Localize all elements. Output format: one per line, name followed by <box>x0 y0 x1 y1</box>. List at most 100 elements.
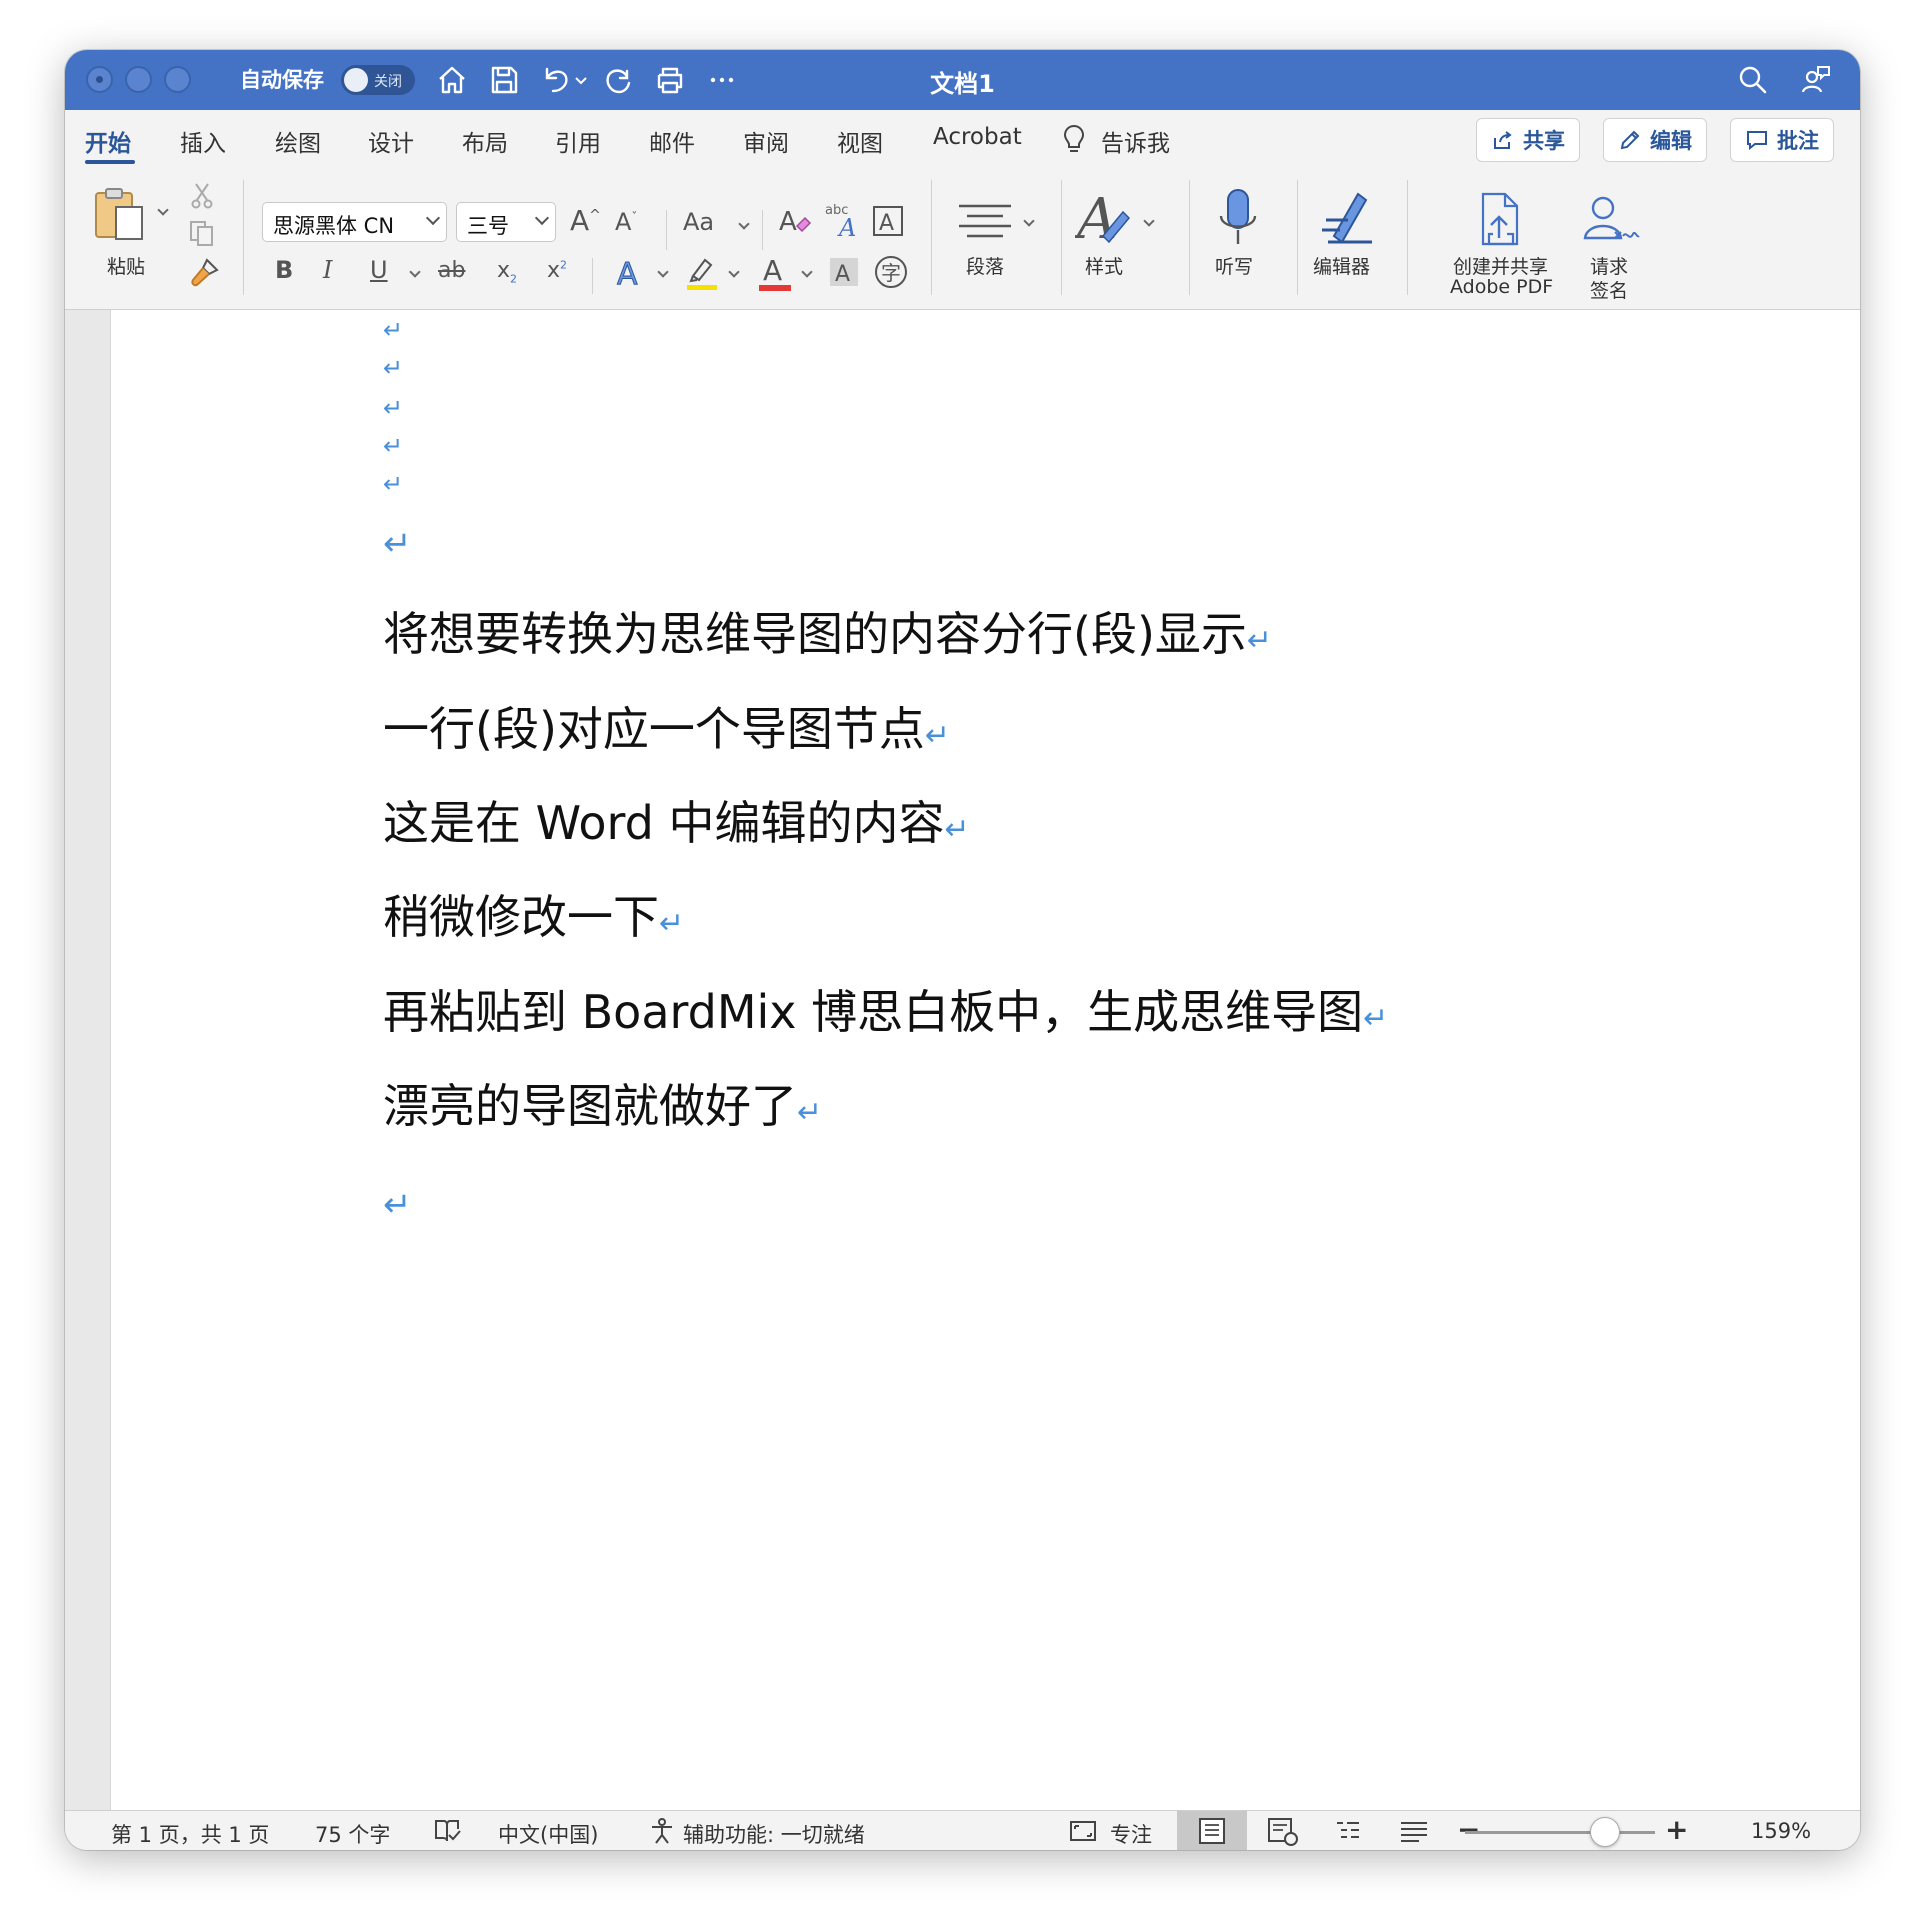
paragraph-label: 段落 <box>966 256 1005 278</box>
focus-label[interactable]: 专注 <box>1110 1819 1152 1849</box>
proofing-icon[interactable] <box>432 1817 462 1850</box>
document-line[interactable]: 稍微修改一下↵ <box>383 881 684 947</box>
font-size-combo[interactable]: 三号 <box>456 202 556 242</box>
paragraph-icon[interactable] <box>955 200 1015 244</box>
active-tab-indicator <box>85 160 135 164</box>
edit-label: 编辑 <box>1650 129 1692 153</box>
draft-view-button[interactable] <box>1379 1811 1449 1850</box>
tab-acrobat[interactable]: Acrobat <box>933 124 1022 150</box>
document-page[interactable]: ↵ ↵ ↵ ↵ ↵ ↵ 将想要转换为思维导图的内容分行(段)显示↵ 一行(段)对… <box>110 310 1860 1810</box>
account-icon[interactable] <box>1799 63 1833 97</box>
zoom-slider-handle[interactable] <box>1590 1817 1620 1847</box>
tab-view[interactable]: 视图 <box>837 124 883 158</box>
paragraph-mark: ↵ <box>383 524 412 564</box>
paste-dropdown-icon[interactable] <box>157 204 169 216</box>
font-color-icon[interactable]: A <box>757 252 793 292</box>
page-count[interactable]: 第 1 页，共 1 页 <box>111 1819 269 1849</box>
shrink-font-icon[interactable]: Aˇ <box>615 208 637 236</box>
change-case-button[interactable]: Aa <box>683 208 714 236</box>
web-layout-view-button[interactable] <box>1247 1811 1317 1850</box>
line-text: 将想要转换为思维导图的内容分行(段)显示 <box>383 607 1247 661</box>
paragraph-mark: ↵ <box>659 906 685 941</box>
print-layout-view-button[interactable] <box>1177 1811 1247 1850</box>
svg-text:A: A <box>617 257 638 290</box>
highlight-icon[interactable] <box>685 254 721 292</box>
font-name-combo[interactable]: 思源黑体 CN <box>262 202 447 242</box>
document-line[interactable]: 这是在 Word 中编辑的内容↵ <box>383 787 970 853</box>
tab-draw[interactable]: 绘图 <box>275 124 321 158</box>
dictate-label: 听写 <box>1215 256 1254 278</box>
paragraph-mark: ↵ <box>944 812 970 847</box>
tab-insert[interactable]: 插入 <box>180 124 226 158</box>
tab-layout[interactable]: 布局 <box>462 124 508 158</box>
edit-button[interactable]: 编辑 <box>1603 118 1707 162</box>
accessibility-icon[interactable] <box>647 1817 677 1850</box>
tab-mailings[interactable]: 邮件 <box>649 124 695 158</box>
separator <box>931 180 932 295</box>
tab-review[interactable]: 审阅 <box>743 124 789 158</box>
paragraph-mark: ↵ <box>924 718 951 753</box>
highlight-dropdown-icon[interactable] <box>728 266 740 278</box>
focus-icon[interactable] <box>1068 1817 1098 1850</box>
change-case-dropdown-icon[interactable] <box>738 218 750 230</box>
comment-button[interactable]: 批注 <box>1730 118 1834 162</box>
bold-button[interactable]: B <box>275 256 293 284</box>
line-text: 再粘贴到 BoardMix 博思白板中，生成思维导图 <box>383 985 1364 1039</box>
document-line[interactable]: 将想要转换为思维导图的内容分行(段)显示↵ <box>383 598 1272 664</box>
zoom-out-button[interactable]: − <box>1457 1813 1480 1846</box>
font-color-dropdown-icon[interactable] <box>801 266 813 278</box>
paragraph-dropdown-icon[interactable] <box>1023 215 1035 227</box>
language-status[interactable]: 中文(中国) <box>498 1819 598 1849</box>
text-effects-dropdown-icon[interactable] <box>657 266 669 278</box>
editor-icon[interactable] <box>1318 186 1384 248</box>
character-border-icon[interactable]: A <box>871 204 905 238</box>
clear-formatting-icon[interactable]: A <box>777 204 813 240</box>
zoom-level[interactable]: 159% <box>1751 1819 1811 1843</box>
accessibility-status[interactable]: 辅助功能: 一切就绪 <box>683 1819 865 1849</box>
copy-icon[interactable] <box>187 218 217 248</box>
share-button[interactable]: 共享 <box>1476 118 1580 162</box>
tab-home[interactable]: 开始 <box>85 124 131 158</box>
separator <box>1407 180 1408 295</box>
text-effects-icon[interactable]: A <box>613 256 647 291</box>
separator <box>1189 180 1190 295</box>
document-line[interactable]: 再粘贴到 BoardMix 博思白板中，生成思维导图↵ <box>383 976 1388 1042</box>
zoom-in-button[interactable]: + <box>1665 1813 1688 1846</box>
print-layout-icon <box>1199 1818 1225 1844</box>
paste-button[interactable] <box>90 185 150 245</box>
text-effects-abc-icon[interactable]: abc A <box>825 200 861 240</box>
underline-dropdown-icon[interactable] <box>409 266 421 278</box>
tell-me-search[interactable]: 告诉我 <box>1101 124 1170 158</box>
request-signature-icon[interactable] <box>1581 192 1641 248</box>
request-sign-label-2: 签名 <box>1590 280 1629 302</box>
grow-font-icon[interactable]: A^ <box>570 204 601 237</box>
tab-references[interactable]: 引用 <box>555 124 601 158</box>
document-line[interactable]: 一行(段)对应一个导图节点↵ <box>383 693 950 759</box>
phonetic-guide-icon[interactable]: 字 <box>873 254 909 290</box>
share-label: 共享 <box>1523 129 1565 153</box>
superscript-button[interactable]: x2 <box>547 258 567 283</box>
microphone-icon[interactable] <box>1216 188 1260 250</box>
strikethrough-button[interactable]: ab <box>438 258 465 283</box>
clipboard-icon <box>95 188 143 240</box>
document-area: ↵ ↵ ↵ ↵ ↵ ↵ 将想要转换为思维导图的内容分行(段)显示↵ 一行(段)对… <box>65 310 1860 1810</box>
word-count[interactable]: 75 个字 <box>315 1819 390 1849</box>
zoom-slider-track[interactable] <box>1465 1831 1655 1834</box>
subscript-button[interactable]: x2 <box>497 258 517 285</box>
format-painter-icon[interactable] <box>187 256 221 290</box>
character-shading-icon[interactable]: A <box>828 256 860 288</box>
search-icon[interactable] <box>1736 63 1770 97</box>
svg-text:A: A <box>1075 188 1117 250</box>
share-icon <box>1494 131 1512 149</box>
separator <box>666 210 667 250</box>
paragraph-mark: ↵ <box>383 394 404 422</box>
italic-button[interactable]: I <box>323 256 332 284</box>
outline-view-button[interactable] <box>1313 1811 1383 1850</box>
styles-dropdown-icon[interactable] <box>1143 215 1155 227</box>
tab-design[interactable]: 设计 <box>368 124 414 158</box>
create-pdf-icon[interactable] <box>1475 192 1529 248</box>
document-line[interactable]: 漂亮的导图就做好了↵ <box>383 1070 822 1136</box>
cut-icon[interactable] <box>187 180 217 210</box>
styles-icon[interactable]: A <box>1075 188 1139 250</box>
underline-button[interactable]: U <box>370 256 388 284</box>
